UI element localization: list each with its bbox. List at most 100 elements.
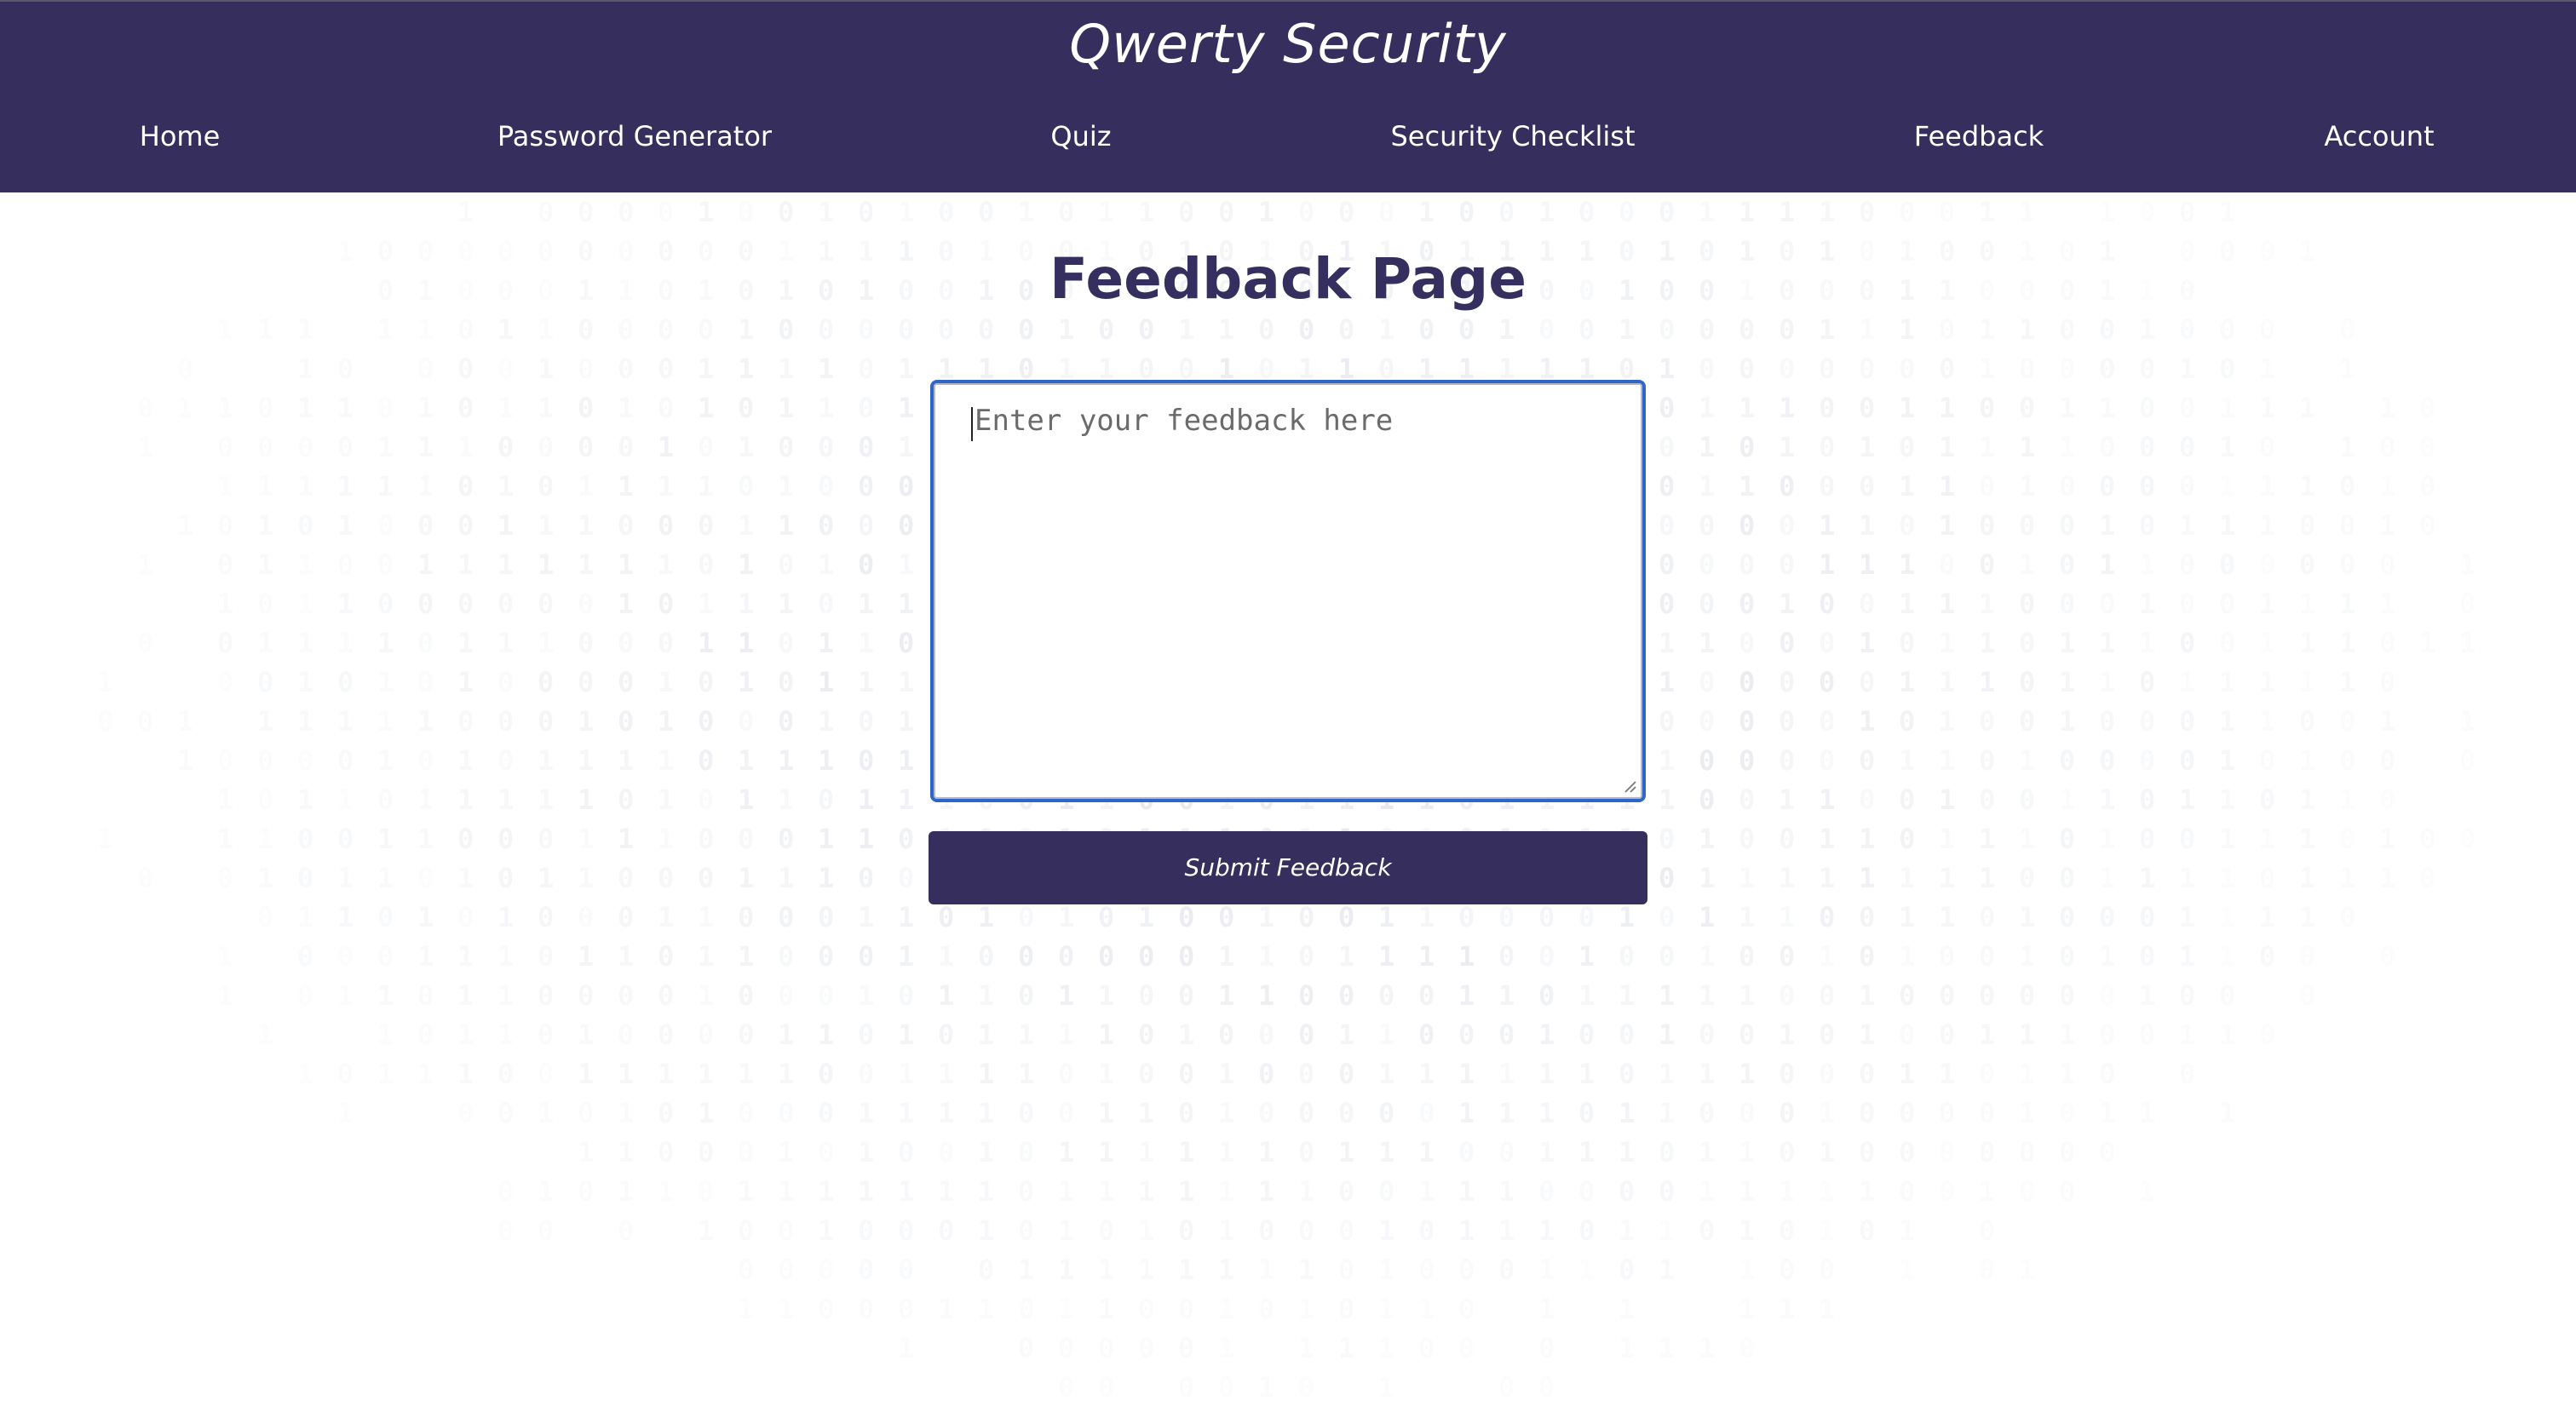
svg-text:1: 1	[1578, 940, 1595, 973]
svg-text:1: 1	[297, 1058, 313, 1090]
svg-text:1: 1	[1859, 705, 1875, 738]
svg-text:0: 0	[1659, 901, 1675, 933]
svg-text:0: 0	[2179, 823, 2195, 855]
svg-text:1: 1	[1378, 1214, 1394, 1247]
svg-text:1: 1	[618, 823, 634, 855]
svg-text:1: 1	[538, 509, 554, 542]
svg-text:0: 0	[1098, 940, 1114, 973]
svg-text:0: 0	[658, 353, 674, 385]
submit-feedback-button[interactable]: Submit Feedback	[929, 831, 1647, 904]
svg-text:1: 1	[2379, 470, 2395, 502]
svg-text:0: 0	[1138, 979, 1154, 1012]
svg-text:0: 0	[1578, 196, 1595, 228]
svg-text:0: 0	[1178, 1371, 1194, 1403]
svg-text:1: 1	[457, 862, 474, 894]
nav-item-home[interactable]: Home	[140, 112, 221, 160]
svg-text:0: 0	[1739, 1097, 1755, 1129]
svg-text:0: 0	[2299, 548, 2315, 581]
svg-text:0: 0	[818, 979, 834, 1012]
nav-item-account[interactable]: Account	[2324, 112, 2434, 160]
svg-text:1: 1	[1779, 196, 1795, 228]
svg-text:0: 0	[1378, 979, 1394, 1012]
svg-text:1: 1	[417, 1058, 434, 1090]
svg-text:0: 0	[1619, 196, 1635, 228]
svg-text:0: 0	[1979, 509, 1995, 542]
svg-text:0: 0	[2059, 901, 2075, 933]
svg-text:1: 1	[1939, 666, 1955, 698]
svg-text:1: 1	[1058, 1175, 1074, 1208]
nav-item-quiz[interactable]: Quiz	[1050, 112, 1111, 160]
svg-text:0: 0	[2059, 979, 2075, 1012]
svg-text:0: 0	[257, 783, 273, 816]
svg-text:1: 1	[738, 548, 754, 581]
svg-text:1: 1	[2459, 548, 2475, 581]
svg-text:1: 1	[1018, 1058, 1034, 1090]
svg-text:0: 0	[1178, 1332, 1194, 1364]
svg-text:1: 1	[938, 1175, 954, 1208]
svg-text:1: 1	[1779, 1293, 1795, 1325]
nav-item-password-generator[interactable]: Password Generator	[497, 112, 772, 160]
svg-text:0: 0	[1899, 1136, 1915, 1168]
svg-text:1: 1	[217, 588, 233, 620]
svg-text:1: 1	[778, 588, 794, 620]
svg-text:1: 1	[698, 196, 714, 228]
svg-text:0: 0	[1098, 1214, 1114, 1247]
svg-text:1: 1	[1899, 1254, 1915, 1286]
svg-text:0: 0	[2259, 1019, 2275, 1051]
svg-text:0: 0	[337, 548, 354, 581]
svg-text:1: 1	[1739, 1214, 1755, 1247]
svg-text:1: 1	[2019, 901, 2035, 933]
svg-text:1: 1	[978, 1136, 994, 1168]
svg-text:1: 1	[1138, 901, 1154, 933]
svg-text:0: 0	[1458, 1332, 1475, 1364]
svg-text:0: 0	[457, 823, 474, 855]
svg-text:0: 0	[497, 1175, 514, 1208]
svg-text:0: 0	[1859, 588, 1875, 620]
svg-text:0: 0	[1819, 1254, 1835, 1286]
svg-text:1: 1	[1298, 1254, 1314, 1286]
svg-text:0: 0	[2379, 940, 2395, 973]
svg-text:1: 1	[1699, 431, 1715, 463]
svg-text:1: 1	[1739, 1254, 1755, 1286]
svg-text:0: 0	[2339, 823, 2355, 855]
svg-text:0: 0	[1138, 1332, 1154, 1364]
svg-text:0: 0	[2099, 470, 2115, 502]
svg-text:1: 1	[778, 862, 794, 894]
svg-text:1: 1	[1018, 1019, 1034, 1051]
svg-text:0: 0	[2099, 901, 2115, 933]
svg-text:1: 1	[2219, 862, 2235, 894]
svg-text:0: 0	[1498, 1254, 1515, 1286]
svg-text:0: 0	[1298, 196, 1314, 228]
svg-text:0: 0	[1058, 1332, 1074, 1364]
svg-text:0: 0	[1659, 940, 1675, 973]
svg-text:0: 0	[2139, 392, 2155, 424]
svg-text:1: 1	[818, 744, 834, 777]
svg-text:1: 1	[1899, 470, 1915, 502]
svg-text:1: 1	[1819, 1175, 1835, 1208]
svg-text:0: 0	[1619, 1019, 1635, 1051]
nav-item-security-checklist[interactable]: Security Checklist	[1390, 112, 1635, 160]
nav-item-feedback[interactable]: Feedback	[1914, 112, 2044, 160]
svg-text:0: 0	[538, 1214, 554, 1247]
svg-text:1: 1	[457, 940, 474, 973]
svg-text:0: 0	[2259, 548, 2275, 581]
svg-text:0: 0	[1819, 627, 1835, 659]
svg-text:1: 1	[1498, 1097, 1515, 1129]
svg-text:0: 0	[217, 744, 233, 777]
feedback-textarea[interactable]	[934, 383, 1642, 799]
svg-text:1: 1	[2259, 470, 2275, 502]
svg-text:0: 0	[2099, 353, 2115, 385]
svg-text:0: 0	[1659, 1136, 1675, 1168]
svg-text:0: 0	[1899, 196, 1915, 228]
svg-text:1: 1	[1058, 1293, 1074, 1325]
svg-text:0: 0	[1859, 1058, 1875, 1090]
svg-text:0: 0	[1979, 1136, 1995, 1168]
svg-text:0: 0	[898, 823, 914, 855]
svg-text:0: 0	[738, 470, 754, 502]
resize-grip-icon[interactable]	[1622, 778, 1637, 794]
svg-text:1: 1	[1979, 431, 1995, 463]
svg-text:0: 0	[1178, 1058, 1194, 1090]
svg-text:1: 1	[738, 940, 754, 973]
svg-text:0: 0	[1178, 1214, 1194, 1247]
svg-text:0: 0	[1859, 1097, 1875, 1129]
